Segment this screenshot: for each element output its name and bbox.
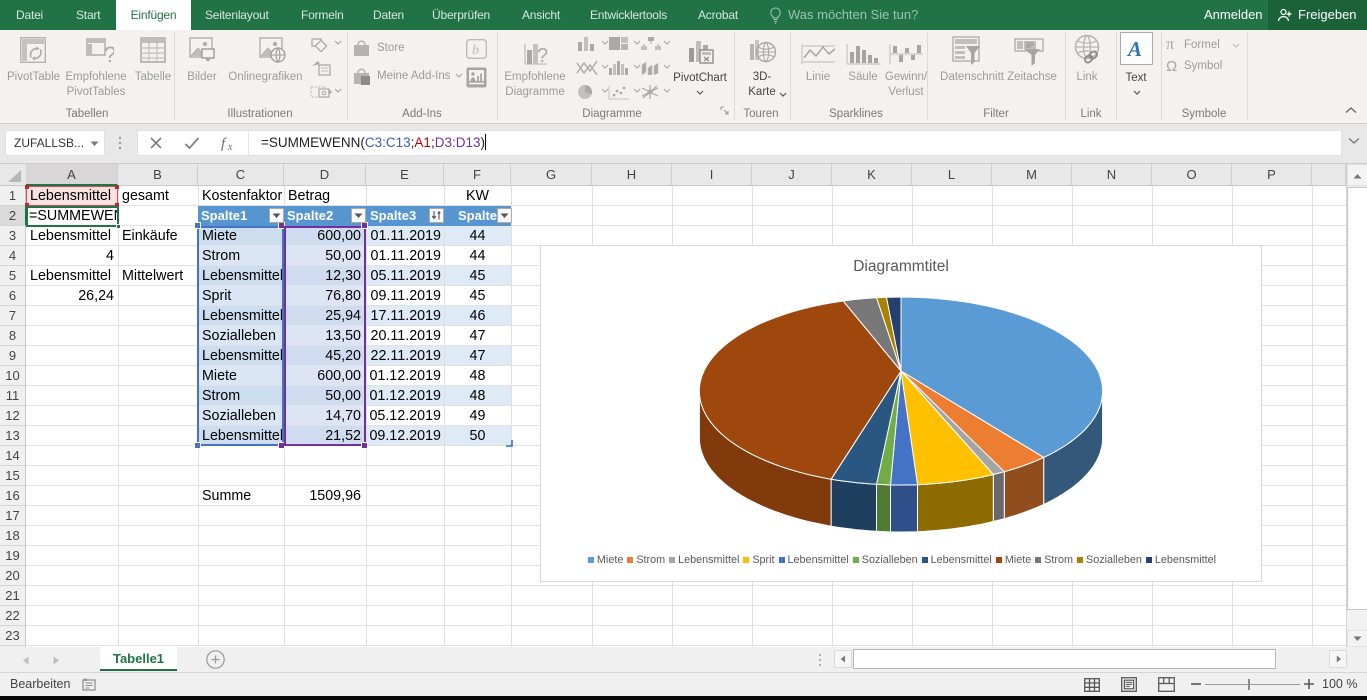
svg-text:b: b (472, 43, 479, 58)
svg-text:x: x (227, 142, 233, 151)
svg-text:f: f (221, 136, 227, 151)
svg-text:?: ? (104, 42, 114, 64)
svg-text:?: ? (537, 45, 548, 66)
svg-text:π: π (1166, 37, 1174, 51)
svg-text:Ω: Ω (1166, 58, 1177, 73)
svg-text:A: A (1126, 37, 1142, 61)
